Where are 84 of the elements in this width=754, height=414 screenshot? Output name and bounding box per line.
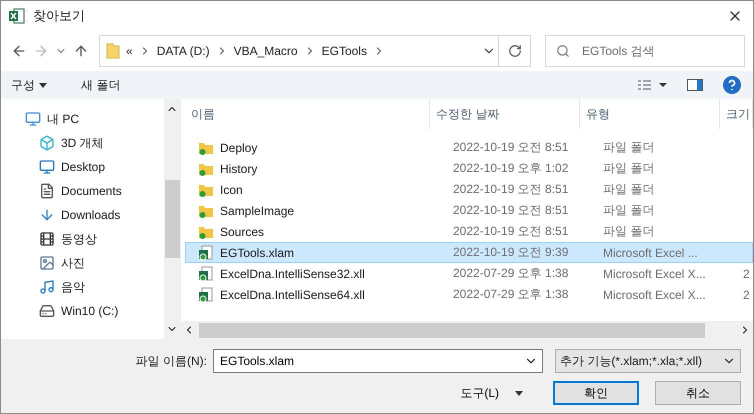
refresh-icon bbox=[508, 44, 522, 58]
nav-item[interactable]: 사진 bbox=[61, 254, 85, 272]
column-header[interactable]: 크기 bbox=[720, 99, 753, 129]
dropdown-caret-icon bbox=[515, 390, 523, 396]
search-box[interactable]: EGTools 검색 bbox=[545, 35, 745, 67]
excel-file-icon bbox=[198, 266, 214, 282]
nav-item[interactable]: 3D 개체 bbox=[61, 134, 104, 152]
nav-item[interactable]: Documents bbox=[61, 184, 122, 198]
nav-item[interactable]: Desktop bbox=[61, 160, 106, 174]
arrow-right-icon bbox=[33, 43, 49, 59]
file-row[interactable]: Deploy 2022-10-19 오전 8:51 파일 폴더 bbox=[185, 137, 753, 158]
file-type: 파일 폴더 bbox=[603, 223, 656, 240]
cube-icon bbox=[39, 135, 55, 151]
file-row[interactable]: History 2022-10-19 오후 1:02 파일 폴더 bbox=[185, 158, 753, 179]
help-button[interactable] bbox=[721, 74, 743, 96]
file-type: Microsoft Excel X... bbox=[603, 288, 707, 302]
column-header[interactable]: 유형 bbox=[580, 99, 720, 129]
file-type: 파일 폴더 bbox=[603, 202, 656, 219]
nav-item[interactable]: 동영상 bbox=[61, 230, 97, 248]
folder-icon bbox=[106, 43, 120, 59]
film-icon bbox=[39, 231, 55, 247]
file-row[interactable]: ExcelDna.IntelliSense64.xll 2022-07-29 오후 1:38 Microsoft Excel X... 2 bbox=[185, 284, 753, 305]
window-title: 찾아보기 bbox=[33, 7, 86, 25]
breadcrumb[interactable]: VBA_Macro bbox=[234, 44, 298, 58]
file-name: ExcelDna.IntelliSense64.xll bbox=[220, 288, 365, 302]
file-type: Microsoft Excel X... bbox=[603, 266, 707, 280]
toolbar-command[interactable]: 구성 bbox=[11, 76, 47, 94]
monitor-icon bbox=[25, 111, 41, 127]
modified-date: 2022-07-29 오후 1:38 bbox=[453, 265, 570, 282]
file-name: ExcelDna.IntelliSense32.xll bbox=[220, 266, 365, 280]
file-name: History bbox=[220, 162, 258, 176]
modified-date: 2022-10-19 오전 8:51 bbox=[453, 181, 570, 198]
address-bar[interactable]: « DATA (D:) VBA_Macro EGTools bbox=[99, 35, 531, 67]
search-icon bbox=[556, 44, 570, 58]
music-note-icon bbox=[39, 279, 55, 295]
breadcrumb[interactable]: « bbox=[126, 44, 133, 58]
column-header[interactable]: 수정한 날짜 bbox=[430, 99, 580, 129]
modified-date: 2022-10-19 오후 1:02 bbox=[453, 160, 570, 177]
modified-date: 2022-07-29 오후 1:38 bbox=[453, 286, 570, 303]
dialog-button[interactable]: 확인 bbox=[553, 381, 639, 405]
modified-date: 2022-10-19 오전 8:51 bbox=[453, 139, 570, 156]
desktop-icon bbox=[39, 159, 55, 175]
vertical-scrollbar[interactable] bbox=[164, 99, 180, 339]
file-row[interactable]: SampleImage 2022-10-19 오전 8:51 파일 폴더 bbox=[185, 200, 753, 221]
nav-item[interactable]: 음악 bbox=[61, 278, 85, 296]
file-name: SampleImage bbox=[220, 204, 294, 218]
file-type: 파일 폴더 bbox=[603, 139, 656, 156]
drive-icon bbox=[39, 303, 55, 319]
document-icon bbox=[39, 183, 55, 199]
file-type-dropdown[interactable]: 추가 기능(*.xlam;*.xla;*.xll) bbox=[555, 349, 741, 373]
nav-item[interactable]: 내 PC bbox=[47, 110, 80, 128]
dropdown-caret-icon bbox=[39, 82, 47, 88]
nav-item[interactable]: Downloads bbox=[61, 208, 120, 222]
modified-date: 2022-10-19 오전 9:39 bbox=[453, 244, 570, 261]
file-type: 파일 폴더 bbox=[603, 181, 656, 198]
toolbar-command[interactable]: 새 폴더 bbox=[81, 76, 120, 94]
filename-label: 파일 이름(N): bbox=[136, 352, 207, 370]
breadcrumb[interactable]: DATA (D:) bbox=[156, 44, 210, 58]
dialog-button[interactable]: 취소 bbox=[655, 381, 741, 405]
excel-file-icon bbox=[198, 244, 214, 260]
column-header[interactable]: 이름 bbox=[185, 99, 430, 129]
file-name: Deploy bbox=[220, 140, 258, 154]
file-name: Sources bbox=[220, 224, 264, 238]
horizontal-scrollbar[interactable] bbox=[181, 321, 753, 339]
file-size: 2 bbox=[743, 266, 751, 280]
filename-combo-box[interactable]: EGTools.xlam bbox=[213, 349, 543, 373]
file-name: EGTools.xlam bbox=[220, 246, 294, 260]
modified-date: 2022-10-19 오전 8:51 bbox=[453, 223, 570, 240]
excel-logo-icon bbox=[9, 8, 25, 24]
nav-item[interactable]: Win10 (C:) bbox=[61, 304, 118, 318]
file-type: 파일 폴더 bbox=[603, 160, 656, 177]
file-type: Microsoft Excel ... bbox=[603, 246, 699, 260]
tools-button[interactable]: 도구(L) bbox=[454, 384, 529, 402]
preview-pane-button[interactable] bbox=[685, 77, 705, 93]
file-row[interactable]: Sources 2022-10-19 오전 8:51 파일 폴더 bbox=[185, 221, 753, 242]
file-row[interactable]: EGTools.xlam 2022-10-19 오전 9:39 Microsoft Excel ... bbox=[185, 242, 753, 263]
file-row[interactable]: Icon 2022-10-19 오전 8:51 파일 폴더 bbox=[185, 179, 753, 200]
breadcrumb[interactable]: EGTools bbox=[322, 44, 367, 58]
picture-icon bbox=[39, 255, 55, 271]
file-size: 2 bbox=[743, 288, 751, 302]
modified-date: 2022-10-19 오전 8:51 bbox=[453, 202, 570, 219]
file-name: Icon bbox=[220, 182, 243, 196]
excel-file-icon bbox=[198, 286, 214, 302]
file-row[interactable]: ExcelDna.IntelliSense32.xll 2022-07-29 오후 1:38 Microsoft Excel X... 2 bbox=[185, 263, 753, 284]
